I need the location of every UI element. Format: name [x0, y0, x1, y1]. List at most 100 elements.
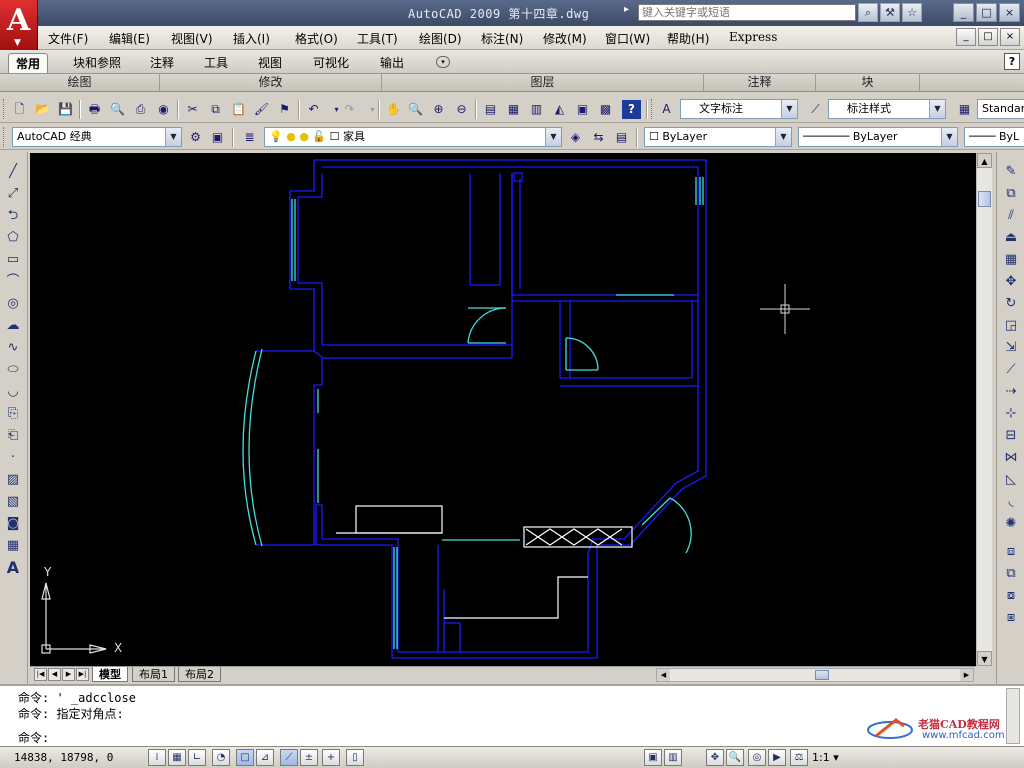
- multiline-text-icon[interactable]: A: [3, 558, 23, 578]
- menu-edit[interactable]: 编辑(E): [109, 30, 150, 47]
- send-to-back-icon[interactable]: ⧇: [1001, 586, 1021, 606]
- scroll-up-icon[interactable]: ▲: [977, 153, 992, 168]
- layer-previous-icon[interactable]: ⇆: [589, 128, 608, 147]
- hatch-icon[interactable]: ▨: [3, 470, 23, 490]
- dim-style-icon[interactable]: ⟋: [806, 100, 825, 119]
- text-style-dropdown[interactable]: 文字标注 ▼: [680, 99, 798, 119]
- vertical-scrollbar[interactable]: ▲ ▼: [976, 153, 992, 666]
- tab-annotate[interactable]: 注释: [142, 53, 182, 73]
- undo-icon[interactable]: ↶: [304, 100, 323, 119]
- drawing-area[interactable]: Y X: [30, 153, 976, 666]
- menu-tools[interactable]: 工具(T): [357, 30, 398, 47]
- bring-to-front-icon[interactable]: ⧉: [1001, 564, 1021, 584]
- move-icon[interactable]: ✥: [1001, 272, 1021, 292]
- search-input[interactable]: [638, 4, 856, 21]
- scroll-down-icon[interactable]: ▼: [977, 651, 992, 666]
- lineweight-display-icon[interactable]: +: [322, 749, 340, 766]
- maximize-button[interactable]: □: [976, 3, 997, 22]
- pan-icon[interactable]: ✥: [706, 749, 724, 766]
- menu-insert[interactable]: 插入(I): [233, 30, 270, 47]
- panel-block[interactable]: 块: [816, 74, 920, 91]
- extend-icon[interactable]: ⇢: [1001, 382, 1021, 402]
- tab-view[interactable]: 视图: [250, 53, 290, 73]
- tab-layout1[interactable]: 布局1: [132, 667, 175, 682]
- workspace-save-icon[interactable]: ▣: [208, 128, 227, 147]
- cut-icon[interactable]: ✂: [183, 100, 202, 119]
- tab-tools[interactable]: 工具: [196, 53, 236, 73]
- menu-modify[interactable]: 修改(M): [543, 30, 587, 47]
- tab-layout2[interactable]: 布局2: [178, 667, 221, 682]
- make-current-layer-icon[interactable]: ◈: [566, 128, 585, 147]
- tab-blocks-references[interactable]: 块和参照: [66, 53, 128, 73]
- steeringwheel-icon[interactable]: ◎: [748, 749, 766, 766]
- next-tab-icon[interactable]: ▶: [62, 668, 75, 681]
- communication-center-icon[interactable]: ⚒: [880, 3, 900, 22]
- text-style-icon[interactable]: A: [657, 100, 676, 119]
- copy-object-icon[interactable]: ⧉: [1001, 184, 1021, 204]
- new-file-icon[interactable]: 🗋: [10, 100, 29, 119]
- publish-icon[interactable]: ⎙: [131, 100, 150, 119]
- construction-line-icon[interactable]: ⤢: [3, 184, 23, 204]
- calculator-icon[interactable]: ▩: [596, 100, 615, 119]
- layer-dropdown[interactable]: 💡 ● ● 🔓 ☐ 家具 ▼: [264, 127, 562, 147]
- revision-cloud-icon[interactable]: ☁: [3, 316, 23, 336]
- toolbar-grip[interactable]: [3, 99, 6, 119]
- menu-window[interactable]: 窗口(W): [605, 30, 650, 47]
- pan-icon[interactable]: ✋: [384, 100, 403, 119]
- tab-model[interactable]: 模型: [92, 667, 128, 682]
- zoom-window-icon[interactable]: ⊕: [429, 100, 448, 119]
- color-dropdown[interactable]: ☐ ByLayer ▼: [644, 127, 792, 147]
- linetype-dropdown[interactable]: ─────── ByLayer ▼: [798, 127, 958, 147]
- dynamic-input-icon[interactable]: ±: [300, 749, 318, 766]
- tab-output[interactable]: 输出: [372, 53, 412, 73]
- model-space-icon[interactable]: ▣: [644, 749, 662, 766]
- doc-minimize-button[interactable]: _: [956, 28, 976, 46]
- gradient-icon[interactable]: ▧: [3, 492, 23, 512]
- horizontal-scrollbar[interactable]: ◀ ▶: [656, 668, 974, 682]
- layout-icon[interactable]: ▥: [664, 749, 682, 766]
- explode-icon[interactable]: ✺: [1001, 514, 1021, 534]
- annotation-scale-icon[interactable]: ⚖: [790, 749, 808, 766]
- scale-icon[interactable]: ◲: [1001, 316, 1021, 336]
- insert-block-icon[interactable]: ⎘: [3, 404, 23, 424]
- layer-states-icon[interactable]: ▤: [612, 128, 631, 147]
- last-tab-icon[interactable]: ▶|: [76, 668, 89, 681]
- scroll-thumb[interactable]: [978, 191, 991, 207]
- table-icon[interactable]: ▦: [3, 536, 23, 556]
- ellipse-icon[interactable]: ⬭: [3, 360, 23, 380]
- table-style-icon[interactable]: ▦: [955, 100, 974, 119]
- title-arrow-icon[interactable]: ▸: [624, 4, 629, 15]
- match-properties-icon[interactable]: 🖌: [252, 100, 271, 119]
- menu-file[interactable]: 文件(F): [48, 30, 88, 47]
- dim-style-dropdown[interactable]: 标注样式 ▼: [828, 99, 946, 119]
- minimize-button[interactable]: _: [953, 3, 974, 22]
- scroll-right-icon[interactable]: ▶: [960, 669, 973, 681]
- tab-home[interactable]: 常用: [8, 53, 48, 73]
- prev-tab-icon[interactable]: ◀: [48, 668, 61, 681]
- polar-tracking-icon[interactable]: ◔: [212, 749, 230, 766]
- scroll-left-icon[interactable]: ◀: [657, 669, 670, 681]
- ortho-mode-icon[interactable]: ∟: [188, 749, 206, 766]
- workspace-dropdown[interactable]: AutoCAD 经典 ▼: [12, 127, 182, 147]
- polyline-icon[interactable]: ⮌: [3, 206, 23, 226]
- dynamic-ucs-icon[interactable]: ⟋: [280, 749, 298, 766]
- offset-icon[interactable]: ⏏: [1001, 228, 1021, 248]
- 3d-dwf-icon[interactable]: ◉: [154, 100, 173, 119]
- menu-dimension[interactable]: 标注(N): [481, 30, 523, 47]
- command-prompt[interactable]: 命令:: [18, 729, 49, 746]
- doc-close-button[interactable]: ×: [1000, 28, 1020, 46]
- favorites-star-icon[interactable]: ☆: [902, 3, 922, 22]
- coordinates-readout[interactable]: 14838, 18798, 0: [14, 751, 113, 764]
- menu-express[interactable]: Express: [729, 30, 777, 44]
- menu-format[interactable]: 格式(O): [295, 30, 338, 47]
- region-icon[interactable]: ◙: [3, 514, 23, 534]
- toolbar-grip[interactable]: [651, 99, 654, 119]
- scroll-thumb[interactable]: [815, 670, 829, 680]
- print-preview-icon[interactable]: 🔍: [108, 100, 127, 119]
- first-tab-icon[interactable]: |◀: [34, 668, 47, 681]
- panel-annotation[interactable]: 注释: [704, 74, 816, 91]
- block-editor-icon[interactable]: ⚑: [275, 100, 294, 119]
- doc-restore-button[interactable]: □: [978, 28, 998, 46]
- table-style-dropdown[interactable]: Standard: [977, 99, 1024, 119]
- paste-icon[interactable]: 📋: [229, 100, 248, 119]
